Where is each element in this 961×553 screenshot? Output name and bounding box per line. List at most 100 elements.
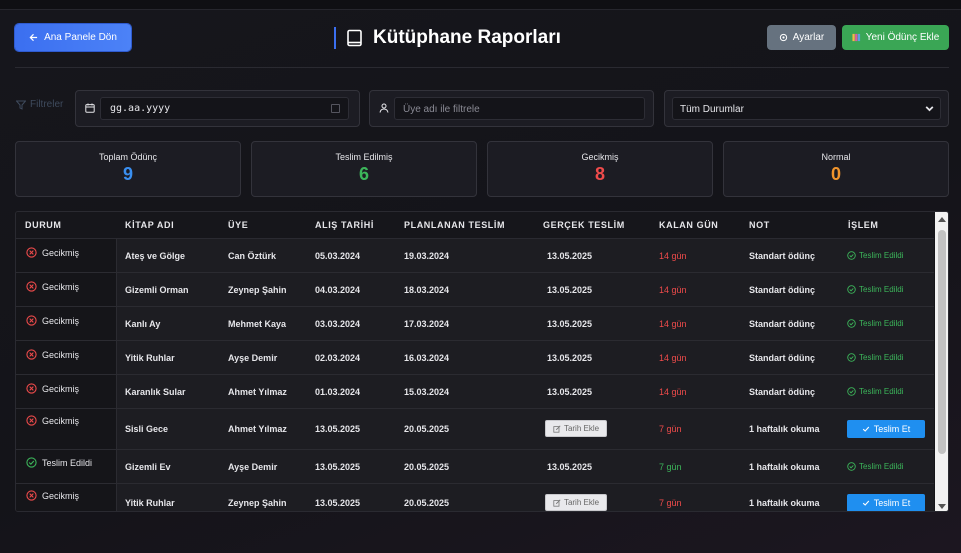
x-circle-icon: [26, 281, 37, 292]
back-to-dashboard-button[interactable]: Ana Panele Dön: [15, 24, 131, 51]
planned-return: 20.05.2025: [404, 424, 450, 434]
borrow-date: 13.05.2025: [315, 462, 361, 472]
th-book[interactable]: KİTAP ADI: [125, 220, 174, 230]
stat-normal-label: Normal: [821, 152, 851, 162]
table-row: Gecikmiş Karanlık Sular Ahmet Yılmaz 01.…: [16, 375, 934, 409]
borrow-date: 13.05.2025: [315, 424, 361, 434]
add-date-button[interactable]: Tarih Ekle: [545, 494, 607, 511]
gear-icon: [779, 33, 787, 42]
member-filter-input[interactable]: Üye adı ile filtrele: [394, 97, 645, 120]
book-title: Gizemli Orman: [125, 285, 189, 295]
stat-total-loans: Toplam Ödünç 9: [15, 141, 241, 197]
planned-return: 15.03.2024: [404, 387, 450, 397]
th-planned-return[interactable]: PLANLANAN TESLİM: [404, 220, 505, 230]
date-filter-input[interactable]: gg.aa.yyyy: [100, 97, 349, 120]
check-icon: [862, 426, 869, 432]
mark-returned-button[interactable]: Teslim Et: [847, 420, 925, 438]
new-loan-button[interactable]: Yeni Ödünç Ekle: [842, 25, 949, 50]
th-actual-return[interactable]: GERÇEK TESLİM: [543, 220, 625, 230]
date-picker-icon[interactable]: [331, 104, 340, 113]
returned-label: Teslim Edildi: [847, 353, 903, 362]
check-circle-icon: [847, 285, 856, 294]
mark-returned-label: Teslim Et: [873, 424, 911, 434]
status-text: Gecikmiş: [42, 315, 80, 326]
note: 1 haftalık okuma: [749, 462, 820, 472]
note: Standart ödünç: [749, 251, 816, 261]
status-badge: Gecikmiş: [26, 281, 79, 292]
member-filter-box: Üye adı ile filtrele: [369, 90, 654, 127]
member-name: Can Öztürk: [228, 251, 277, 261]
back-button-label: Ana Panele Dön: [44, 32, 117, 43]
returned-label: Teslim Edildi: [847, 319, 903, 328]
add-date-label: Tarih Ekle: [563, 498, 600, 507]
actual-return: 13.05.2025: [547, 353, 593, 363]
status-text: Teslim Edildi: [42, 457, 93, 468]
filters-label-text: Filtreler: [30, 99, 64, 110]
stat-returned: Teslim Edilmiş 6: [251, 141, 477, 197]
actual-return: 13.05.2025: [547, 319, 593, 329]
th-status[interactable]: DURUM: [25, 220, 62, 230]
planned-return: 20.05.2025: [404, 498, 450, 508]
mark-returned-label: Teslim Et: [873, 498, 911, 508]
returned-label: Teslim Edildi: [847, 387, 903, 396]
days-left: 14 gün: [659, 387, 687, 397]
borrow-date: 03.03.2024: [315, 319, 361, 329]
x-circle-icon: [26, 349, 37, 360]
scrollbar-thumb[interactable]: [938, 230, 946, 454]
stat-normal-value: 0: [830, 164, 841, 184]
th-member[interactable]: ÜYE: [228, 220, 248, 230]
returned-text: Teslim Edildi: [859, 353, 904, 362]
table-scrollbar[interactable]: [935, 212, 948, 511]
status-badge: Gecikmiş: [26, 315, 79, 326]
note: 1 haftalık okuma: [749, 424, 820, 434]
planned-return: 19.03.2024: [404, 251, 450, 261]
book-title: Yitik Ruhlar: [125, 498, 175, 508]
add-date-label: Tarih Ekle: [563, 424, 600, 433]
new-loan-label: Yeni Ödünç Ekle: [865, 32, 940, 43]
edit-icon: [553, 424, 561, 433]
returned-label: Teslim Edildi: [847, 462, 903, 471]
scroll-up-icon[interactable]: [938, 217, 946, 222]
status-filter-select[interactable]: Tüm Durumlar: [672, 97, 941, 120]
book-title: Kanlı Ay: [125, 319, 161, 329]
stat-normal: Normal 0: [723, 141, 949, 197]
note: Standart ödünç: [749, 387, 816, 397]
book-title: Karanlık Sular: [125, 387, 186, 397]
returned-label: Teslim Edildi: [847, 285, 903, 294]
book-title: Sisli Gece: [125, 424, 169, 434]
filters-label: Filtreler: [16, 99, 63, 110]
loans-table: DURUM KİTAP ADI ÜYE ALIŞ TARİHİ PLANLANA…: [15, 211, 949, 512]
mark-returned-button[interactable]: Teslim Et: [847, 494, 925, 511]
th-note[interactable]: NOT: [749, 220, 770, 230]
status-badge: Gecikmiş: [26, 383, 79, 394]
planned-return: 17.03.2024: [404, 319, 450, 329]
planned-return: 18.03.2024: [404, 285, 450, 295]
table-row: Gecikmiş Yitik Ruhlar Zeynep Şahin 13.05…: [16, 484, 934, 511]
returned-text: Teslim Edildi: [859, 319, 904, 328]
user-icon: [379, 103, 389, 113]
scroll-down-icon[interactable]: [938, 504, 946, 509]
th-action[interactable]: İŞLEM: [848, 220, 879, 230]
days-left: 7 gün: [659, 498, 682, 508]
page-title-group: Kütüphane Raporları: [334, 26, 561, 50]
table-row: Gecikmiş Gizemli Orman Zeynep Şahin 04.0…: [16, 273, 934, 307]
x-circle-icon: [26, 247, 37, 258]
date-filter-box: gg.aa.yyyy: [75, 90, 360, 127]
page-title: Kütüphane Raporları: [373, 27, 561, 48]
title-accent-bar: [334, 27, 336, 49]
th-borrow-date[interactable]: ALIŞ TARİHİ: [315, 220, 374, 230]
status-badge: Gecikmiş: [26, 349, 79, 360]
stat-late: Gecikmiş 8: [487, 141, 713, 197]
member-name: Ayşe Demir: [228, 462, 278, 472]
x-circle-icon: [26, 415, 37, 426]
stat-late-value: 8: [594, 164, 605, 184]
add-date-button[interactable]: Tarih Ekle: [545, 420, 607, 437]
check-circle-icon: [847, 251, 856, 260]
stat-returned-label: Teslim Edilmiş: [335, 152, 393, 162]
table-row: Gecikmiş Sisli Gece Ahmet Yılmaz 13.05.2…: [16, 409, 934, 450]
table-row: Teslim Edildi Gizemli Ev Ayşe Demir 13.0…: [16, 450, 934, 484]
arrow-left-icon: [29, 33, 38, 42]
table-row: Gecikmiş Kanlı Ay Mehmet Kaya 03.03.2024…: [16, 307, 934, 341]
settings-button[interactable]: Ayarlar: [767, 25, 836, 50]
th-days-left[interactable]: KALAN GÜN: [659, 220, 718, 230]
